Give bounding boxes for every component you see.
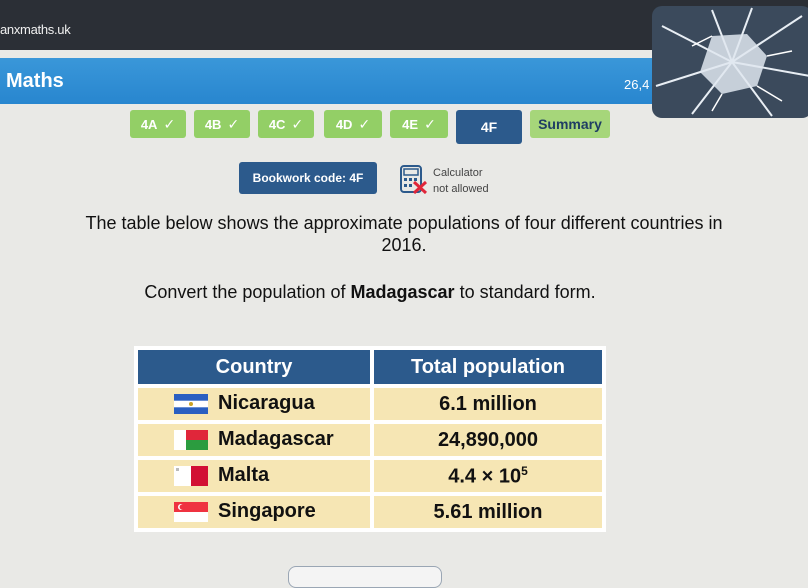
tab-label: 4D <box>335 116 353 132</box>
tab-4f[interactable]: 4F <box>456 110 522 144</box>
nicaragua-flag-icon <box>174 394 208 415</box>
question-line-2: 2016. <box>381 235 427 255</box>
calculator-status: Calculator not allowed <box>433 165 489 197</box>
singapore-flag-icon <box>174 502 208 523</box>
tab-label: 4E <box>402 116 419 132</box>
bookwork-code: Bookwork code: 4F <box>239 162 377 194</box>
country-cell: Malta <box>138 460 370 492</box>
calculator-label: Calculator <box>433 167 483 179</box>
tab-4a[interactable]: 4A ✓ <box>130 110 186 138</box>
question-line-1: The table below shows the approximate po… <box>85 213 723 233</box>
tab-label: 4A <box>140 116 158 132</box>
tab-4b[interactable]: 4B ✓ <box>194 110 250 138</box>
country-cell: Nicaragua <box>138 388 370 420</box>
tab-summary[interactable]: Summary <box>530 110 610 138</box>
instruction-pre: Convert the population of <box>144 282 351 302</box>
instruction-text: Convert the population of Madagascar to … <box>0 282 740 303</box>
population-exponent: 5 <box>521 463 528 478</box>
country-name: Nicaragua <box>218 392 315 415</box>
instruction-country: Madagascar <box>350 282 455 302</box>
tab-label: 4C <box>268 116 286 132</box>
population-cell: 6.1 million <box>374 388 602 420</box>
country-cell: Singapore <box>138 496 370 528</box>
url-text[interactable]: anxmaths.uk <box>0 22 71 37</box>
table-header-row: Country Total population <box>138 350 602 384</box>
check-icon: ✓ <box>358 115 371 132</box>
population-cell: 5.61 million <box>374 496 602 528</box>
malta-flag-icon <box>174 466 208 487</box>
check-icon: ✓ <box>163 115 176 132</box>
madagascar-flag-icon <box>174 430 208 451</box>
country-cell: Madagascar <box>138 424 370 456</box>
tab-4d[interactable]: 4D ✓ <box>324 110 382 138</box>
answer-button[interactable] <box>288 566 442 588</box>
table-row: Singapore 5.61 million <box>138 496 602 528</box>
calculator-not-allowed-icon <box>400 165 428 194</box>
question-text: The table below shows the approximate po… <box>0 212 808 256</box>
table-row: Madagascar 24,890,000 <box>138 424 602 456</box>
country-name: Madagascar <box>218 428 334 451</box>
header-population: Total population <box>374 350 602 384</box>
calculator-note: not allowed <box>433 183 489 195</box>
tab-4c[interactable]: 4C ✓ <box>258 110 314 138</box>
instruction-post: to standard form. <box>454 282 596 302</box>
tab-label: 4F <box>480 119 498 135</box>
population-cell: 24,890,000 <box>374 424 602 456</box>
country-name: Singapore <box>218 500 316 523</box>
score-counter: 26,4 <box>624 77 650 92</box>
check-icon: ✓ <box>227 115 240 132</box>
tab-label: 4B <box>204 116 222 132</box>
check-icon: ✓ <box>424 115 436 132</box>
population-base: 4.4 × 10 <box>448 465 522 488</box>
header-country: Country <box>138 350 370 384</box>
table-row: Malta 4.4 × 105 <box>138 460 602 492</box>
check-icon: ✓ <box>291 115 304 132</box>
country-name: Malta <box>218 464 270 487</box>
page-title: Maths <box>6 70 64 92</box>
tab-4e[interactable]: 4E ✓ <box>390 110 448 138</box>
population-table: Country Total population Nicaragua 6.1 m… <box>134 346 606 532</box>
tab-label: Summary <box>538 116 602 132</box>
population-cell: 4.4 × 105 <box>374 460 602 492</box>
table-row: Nicaragua 6.1 million <box>138 388 602 420</box>
screen-crack-icon <box>652 6 808 118</box>
